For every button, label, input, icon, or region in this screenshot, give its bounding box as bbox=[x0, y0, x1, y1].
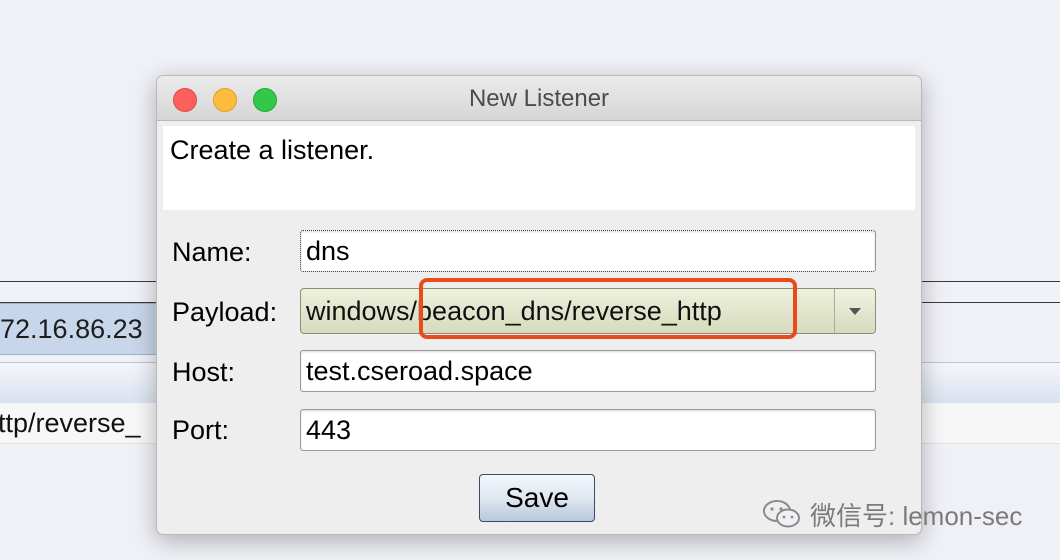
port-input[interactable]: 443 bbox=[300, 409, 876, 451]
save-button[interactable]: Save bbox=[479, 474, 595, 522]
payload-select[interactable]: windows/beacon_dns/reverse_http bbox=[300, 288, 876, 334]
window-titlebar[interactable]: New Listener bbox=[157, 76, 921, 121]
wechat-icon bbox=[763, 500, 800, 528]
name-input[interactable]: dns bbox=[300, 230, 876, 272]
bg-table-row-text: ttp/reverse_ bbox=[0, 408, 141, 438]
bg-ip-cell[interactable]: 72.16.86.23 bbox=[0, 303, 180, 355]
new-listener-dialog: New Listener Create a listener. Name: dn… bbox=[156, 75, 922, 535]
host-input[interactable]: test.cseroad.space bbox=[300, 350, 876, 392]
window-title: New Listener bbox=[468, 85, 610, 112]
payload-label: Payload: bbox=[172, 297, 278, 327]
description-panel: Create a listener. bbox=[163, 126, 915, 210]
port-label: Port: bbox=[172, 415, 230, 445]
chevron-down-icon[interactable] bbox=[834, 289, 875, 333]
description-text: Create a listener. bbox=[170, 135, 375, 165]
host-label: Host: bbox=[172, 357, 236, 387]
payload-select-value: windows/beacon_dns/reverse_http bbox=[306, 296, 722, 326]
watermark: 微信号: lemon-sec bbox=[762, 494, 1022, 534]
name-label: Name: bbox=[172, 237, 252, 267]
watermark-text: 微信号: lemon-sec bbox=[810, 500, 1023, 531]
